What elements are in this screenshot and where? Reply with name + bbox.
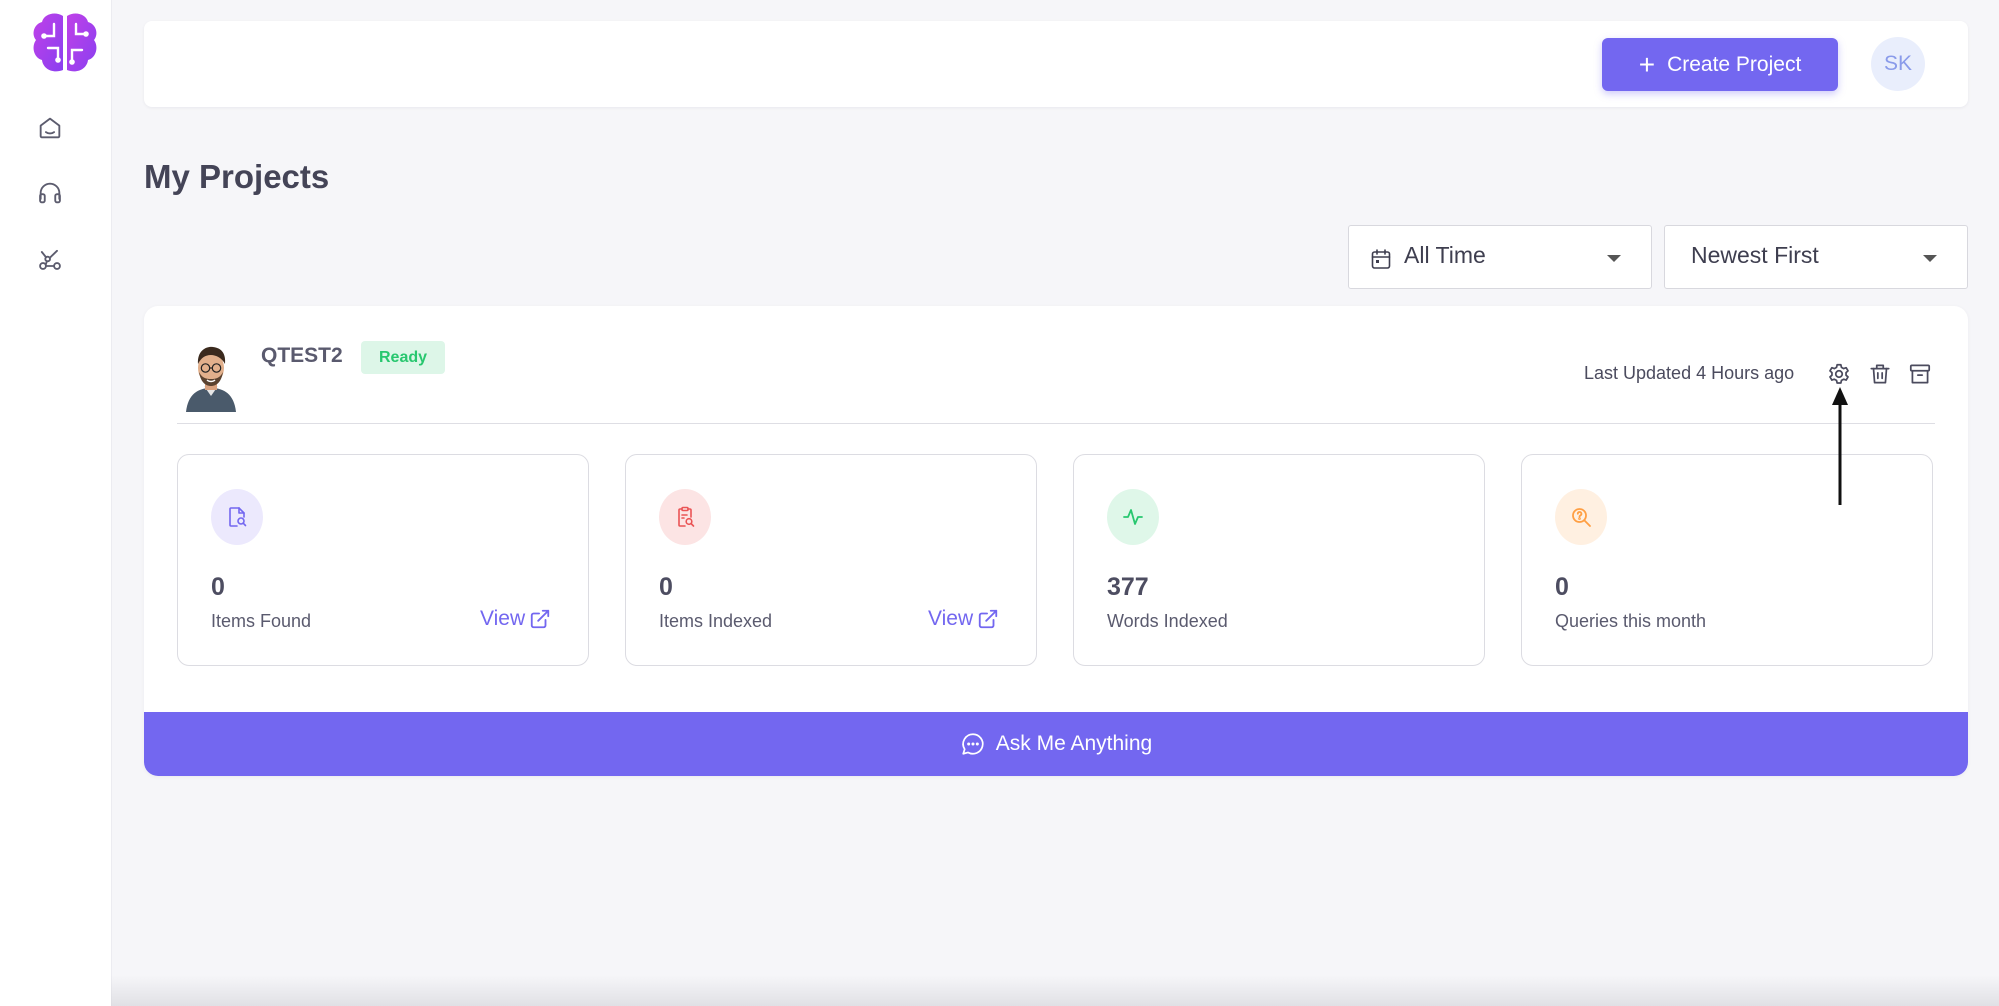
- calendar-icon: [1371, 249, 1391, 269]
- ask-me-anything-label: Ask Me Anything: [995, 732, 1153, 755]
- external-link-icon: [530, 609, 550, 629]
- create-project-button[interactable]: + Create Project: [1602, 38, 1838, 91]
- stat-value: 0: [1555, 573, 1569, 601]
- ask-me-anything-button[interactable]: Ask Me Anything: [144, 712, 1968, 776]
- view-items-found-link[interactable]: View: [480, 607, 551, 631]
- page-title: My Projects: [144, 158, 330, 195]
- project-name[interactable]: QTEST2: [261, 344, 343, 368]
- bottom-shadow: [111, 975, 1999, 1006]
- activity-icon: [1107, 489, 1159, 545]
- divider: [177, 423, 1935, 424]
- external-link-icon: [978, 609, 998, 629]
- status-badge: Ready: [361, 341, 445, 374]
- stat-card-queries: 0 Queries this month: [1521, 454, 1933, 666]
- time-filter-value: All Time: [1404, 242, 1486, 268]
- network-icon[interactable]: [36, 245, 64, 273]
- headphones-icon[interactable]: [36, 179, 64, 207]
- stat-label: Queries this month: [1555, 611, 1707, 631]
- archive-icon[interactable]: [1907, 361, 1933, 387]
- document-search-icon: [211, 489, 263, 545]
- sort-select[interactable]: Newest First: [1664, 225, 1968, 289]
- stat-card-items-found: 0 Items Found View: [177, 454, 589, 666]
- sort-value: Newest First: [1691, 242, 1819, 268]
- view-items-indexed-link[interactable]: View: [928, 607, 999, 631]
- stat-label: Items Found: [211, 611, 312, 631]
- view-link-label: View: [928, 607, 974, 630]
- stat-value: 0: [659, 573, 673, 601]
- chevron-down-icon: [1923, 255, 1937, 262]
- stat-value: 377: [1107, 573, 1149, 601]
- annotation-arrow-icon: [1832, 387, 1848, 505]
- trash-icon[interactable]: [1867, 361, 1893, 387]
- brain-logo-icon[interactable]: [30, 10, 100, 78]
- sidebar: [0, 0, 112, 1006]
- create-project-label: Create Project: [1667, 52, 1802, 76]
- stat-card-items-indexed: 0 Items Indexed View: [625, 454, 1037, 666]
- clipboard-search-icon: [659, 489, 711, 545]
- stat-value: 0: [211, 573, 225, 601]
- user-avatar[interactable]: SK: [1871, 37, 1925, 91]
- help-search-icon: [1555, 489, 1607, 545]
- chevron-down-icon: [1607, 255, 1621, 262]
- home-icon[interactable]: [36, 114, 64, 142]
- last-updated-text: Last Updated 4 Hours ago: [1584, 363, 1795, 383]
- time-filter-select[interactable]: All Time: [1348, 225, 1652, 289]
- settings-icon[interactable]: [1826, 361, 1852, 387]
- view-link-label: View: [480, 607, 526, 630]
- stat-label: Items Indexed: [659, 611, 773, 631]
- project-avatar: [186, 346, 236, 412]
- top-bar: + Create Project SK: [144, 21, 1968, 107]
- stat-card-words-indexed: 377 Words Indexed: [1073, 454, 1485, 666]
- stat-label: Words Indexed: [1107, 611, 1228, 631]
- chat-bubble-icon: [962, 733, 984, 755]
- project-card: QTEST2 Ready Last Updated 4 Hours ago 0 …: [144, 306, 1968, 776]
- plus-icon: +: [1638, 48, 1656, 80]
